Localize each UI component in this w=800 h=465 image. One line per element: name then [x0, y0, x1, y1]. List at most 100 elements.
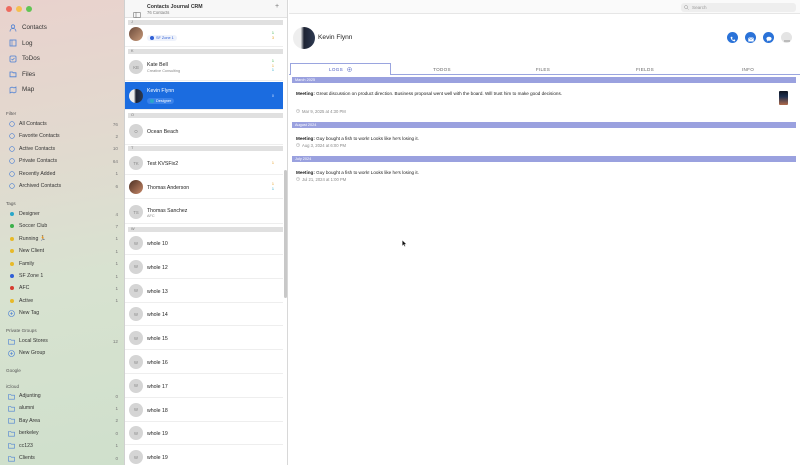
message-button[interactable] [763, 32, 774, 43]
log-entry[interactable]: Meeting: Great discussion on product dir… [296, 91, 766, 96]
filter-item[interactable]: Active Contacts 10 [8, 143, 118, 155]
filter-item[interactable]: Favorite Contacts 2 [8, 130, 118, 142]
search-placeholder: Search [692, 5, 707, 10]
avatar: TS [129, 205, 143, 219]
filter-item[interactable]: All Contacts 76 [8, 118, 118, 130]
log-entry[interactable]: Meeting: Guy bought a fish to work! Look… [296, 170, 766, 175]
tag-label: Designer [156, 99, 172, 103]
filter-count: 6 [115, 183, 118, 189]
search-icon [684, 4, 689, 11]
tab-files[interactable]: FILES [492, 63, 594, 75]
nav-contacts[interactable]: Contacts [8, 20, 120, 36]
contact-row[interactable]: SF Zone 1 13 [125, 25, 283, 47]
group-local-stores[interactable]: Local Stores 12 [8, 335, 118, 347]
folder-icon [8, 338, 15, 345]
icloud-group-item[interactable]: Adjunting 0 [8, 390, 118, 402]
icloud-group-item[interactable]: berkeley 0 [8, 427, 118, 439]
icloud-group-item[interactable]: cc123 1 [8, 440, 118, 452]
add-circle-icon[interactable] [347, 66, 352, 73]
tab-info[interactable]: INFO [696, 63, 800, 75]
tag-label: Active [19, 297, 34, 304]
tab-fields[interactable]: FIELDS [594, 63, 696, 75]
folder-icon [8, 405, 15, 412]
new-tag-button[interactable]: New Tag [8, 307, 118, 319]
contact-row[interactable]: Wwhole 12 [125, 256, 283, 279]
nav-files[interactable]: Files [8, 67, 120, 83]
nav-log[interactable]: Log [8, 36, 120, 52]
minimize-window-button[interactable] [16, 6, 22, 12]
contact-row-selected[interactable]: Kevin Flynn Designer 0 [125, 82, 283, 110]
group-label: Local Stores [19, 338, 48, 344]
avatar: KB [129, 60, 143, 74]
attachment-thumbnail[interactable] [779, 91, 788, 105]
activity-indicators: 111 [272, 59, 274, 73]
avatar [129, 180, 143, 194]
tag-item[interactable]: Soccer Club 7 [8, 220, 118, 232]
contact-row[interactable]: Wwhole 17 [125, 375, 283, 398]
filter-item[interactable]: Recently Added 1 [8, 168, 118, 180]
contact-name: whole 19 [147, 455, 168, 462]
icloud-group-item[interactable]: alumni 1 [8, 402, 118, 414]
avatar: W [129, 378, 143, 393]
contact-row[interactable]: Wwhole 10 [125, 232, 283, 255]
filter-item[interactable]: Private Contacts 64 [8, 155, 118, 167]
add-contact-icon[interactable]: + [275, 3, 279, 10]
folder-icon [8, 455, 15, 462]
tab-todos[interactable]: TODOS [392, 63, 492, 75]
contact-row[interactable]: Wwhole 15 [125, 327, 283, 351]
contact-row[interactable]: Wwhole 19 [125, 446, 283, 465]
contact-name: Ocean Beach [147, 129, 179, 135]
activity-indicators: 13 [272, 31, 274, 40]
contact-row[interactable]: Wwhole 14 [125, 303, 283, 327]
icloud-group-item[interactable]: Bay Area 2 [8, 415, 118, 427]
list-scrollbar[interactable] [284, 170, 287, 298]
nav-todos[interactable]: ToDos [8, 51, 120, 67]
window-controls [6, 6, 32, 12]
envelope-icon [747, 29, 754, 47]
contact-row[interactable]: O Ocean Beach [125, 118, 283, 145]
file-count: 1 [271, 186, 274, 191]
avatar: W [129, 402, 143, 417]
log-entry[interactable]: Meeting: Guy bought a fish to work! Look… [296, 136, 766, 141]
tag-item[interactable]: Family 1 [8, 258, 118, 270]
close-window-button[interactable] [6, 6, 12, 12]
contact-row[interactable]: KB Kate Bell Creative Consulting 111 [125, 54, 283, 81]
contact-row[interactable]: Thomas Anderson 11 [125, 176, 283, 199]
search-field[interactable]: Search [681, 3, 796, 12]
contact-row[interactable]: TK Test KVSFix2 1 [125, 151, 283, 175]
more-button[interactable] [781, 32, 792, 43]
tag-count: 1 [115, 285, 118, 291]
filter-item[interactable]: Archived Contacts 6 [8, 180, 118, 192]
group-label: Bay Area [19, 417, 41, 424]
private-groups-header: Private Groups [6, 328, 37, 333]
contact-row[interactable]: Wwhole 16 [125, 351, 283, 374]
tag-item[interactable]: Designer 4 [8, 208, 118, 220]
contact-row[interactable]: Wwhole 19 [125, 422, 283, 446]
icloud-group-item[interactable]: Clients 0 [8, 452, 118, 464]
tag-item[interactable]: Active 1 [8, 295, 118, 307]
chat-bubble-icon [765, 29, 772, 47]
tag-item[interactable]: New Client 1 [8, 245, 118, 257]
filter-label: Recently Added [19, 170, 56, 177]
nav-map[interactable]: Map [8, 82, 120, 98]
avatar: W [129, 236, 143, 250]
tag-item[interactable]: Running 🏃 1 [8, 233, 118, 245]
filter-count: 2 [115, 133, 118, 139]
tag-item[interactable]: SF Zone 1 1 [8, 270, 118, 282]
new-group-button[interactable]: New Group [8, 347, 118, 359]
tag-label: AFC [19, 285, 30, 292]
tab-label: LOGS [329, 67, 343, 72]
contact-row[interactable]: Wwhole 18 [125, 399, 283, 422]
tag-item[interactable]: AFC 1 [8, 282, 118, 294]
contact-row[interactable]: Wwhole 13 [125, 280, 283, 303]
log-text: Great discussion on product direction. B… [314, 91, 563, 96]
nav-label: ToDos [22, 55, 40, 63]
tab-logs[interactable]: LOGS [290, 63, 391, 75]
google-header: Google [6, 368, 21, 373]
call-button[interactable] [727, 32, 738, 43]
email-button[interactable] [745, 32, 756, 43]
zoom-window-button[interactable] [26, 6, 32, 12]
contact-row[interactable]: TS Thomas Sanchez AFC [125, 200, 283, 224]
nav-label: Contacts [22, 24, 47, 32]
tag-pill: Designer [147, 98, 175, 104]
